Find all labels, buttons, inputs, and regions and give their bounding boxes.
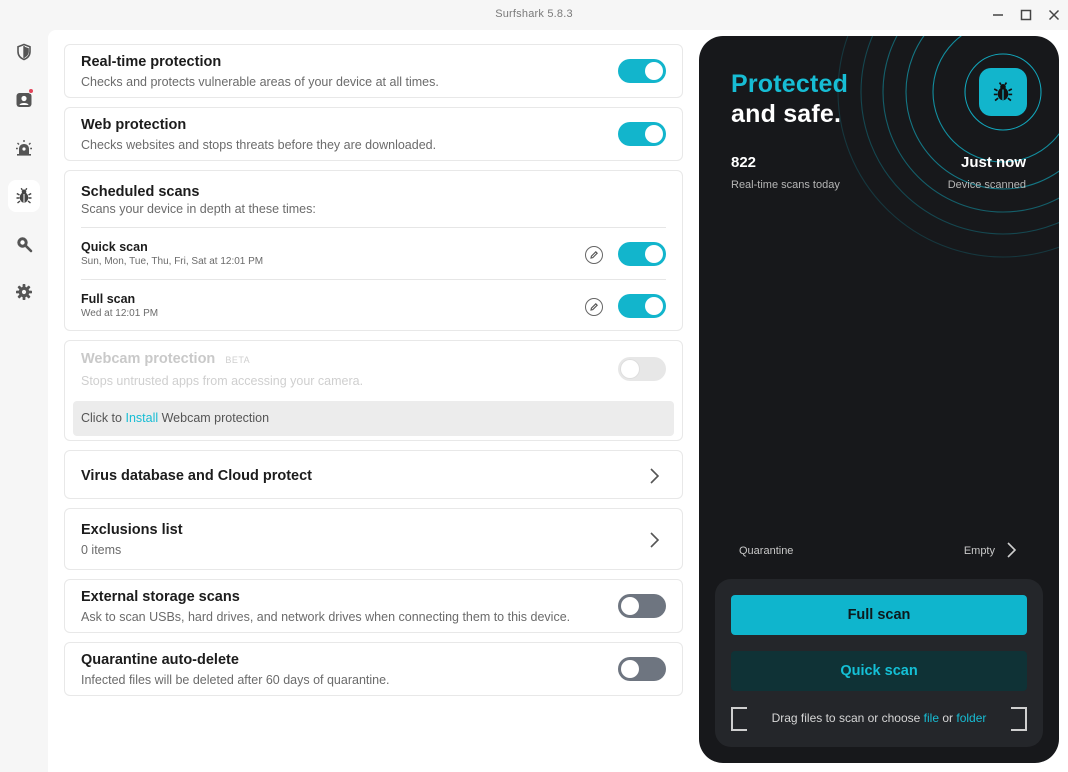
quarantine-auto-delete-title: Quarantine auto-delete [81, 652, 239, 668]
external-storage-card: External storage scans Ask to scan USBs,… [64, 579, 683, 633]
chevron-right-icon[interactable] [1005, 541, 1017, 559]
drag-prefix: Drag files to scan or choose [771, 711, 921, 725]
quick-scan-schedule-title: Quick scan [81, 240, 148, 254]
protection-status-panel: Protected and safe. 822 Real-time scans … [699, 36, 1059, 763]
drag-or: or [942, 711, 954, 725]
nav-item-search[interactable] [8, 228, 40, 260]
install-webcam-text: Click to Install Webcam protection [81, 411, 269, 425]
exclusions-list-title: Exclusions list [81, 522, 183, 538]
edit-quick-scan-button[interactable] [585, 246, 603, 264]
quarantine-auto-delete-subtitle: Infected files will be deleted after 60 … [81, 673, 390, 687]
scans-today-count: 822 [731, 154, 757, 171]
web-protection-subtitle: Checks websites and stops threats before… [81, 138, 437, 152]
minimize-button[interactable] [986, 4, 1010, 26]
chevron-right-icon [650, 532, 660, 548]
realtime-protection-title: Real-time protection [81, 54, 222, 70]
full-scan-schedule-time: Wed at 12:01 PM [81, 308, 159, 319]
divider [81, 279, 666, 280]
shield-icon [17, 43, 31, 61]
web-protection-title: Web protection [81, 117, 187, 133]
beta-badge: BETA [225, 355, 251, 365]
bug-icon [16, 187, 32, 204]
gear-icon [16, 284, 32, 300]
quick-scan-button[interactable]: Quick scan [731, 651, 1027, 691]
nav-item-vpn[interactable] [8, 36, 40, 68]
choose-file-link[interactable]: file [924, 711, 939, 725]
bug-icon [993, 82, 1013, 102]
status-headline-accent: Protected [731, 70, 849, 98]
full-scan-schedule-title: Full scan [81, 292, 136, 306]
full-scan-schedule-toggle[interactable] [618, 294, 666, 318]
notification-dot [28, 88, 34, 94]
scheduled-scans-card: Scheduled scans Scans your device in dep… [64, 170, 683, 331]
nav-item-antivirus[interactable] [8, 180, 40, 212]
webcam-protection-toggle [618, 357, 666, 381]
virus-database-row[interactable]: Virus database and Cloud protect [64, 450, 683, 499]
install-webcam-banner: Click to Install Webcam protection [73, 401, 674, 436]
pencil-icon [590, 303, 598, 311]
scheduled-scans-title: Scheduled scans [81, 184, 200, 200]
install-webcam-link[interactable]: Install [125, 411, 158, 425]
exclusions-list-row[interactable]: Exclusions list 0 items [64, 508, 683, 570]
realtime-protection-subtitle: Checks and protects vulnerable areas of … [81, 75, 439, 89]
webcam-protection-title-text: Webcam protection [81, 351, 216, 367]
realtime-protection-card: Real-time protection Checks and protects… [64, 44, 683, 98]
external-storage-subtitle: Ask to scan USBs, hard drives, and netwo… [81, 610, 571, 624]
choose-folder-link[interactable]: folder [956, 711, 986, 725]
edit-full-scan-button[interactable] [585, 298, 603, 316]
close-button[interactable] [1042, 4, 1066, 26]
drag-drop-text: Drag files to scan or choose file or fol… [733, 711, 1025, 725]
install-prefix: Click to [81, 411, 122, 425]
nav-item-alert[interactable] [8, 84, 40, 116]
quick-scan-schedule-time: Sun, Mon, Tue, Thu, Fri, Sat at 12:01 PM [81, 256, 264, 267]
nav-item-alternative-id[interactable] [8, 132, 40, 164]
exclusions-list-count: 0 items [81, 543, 122, 557]
title-bar: Surfshark 5.8.3 [0, 0, 1068, 30]
quarantine-auto-delete-card: Quarantine auto-delete Infected files wi… [64, 642, 683, 696]
scan-actions-box: Full scan Quick scan Drag files to scan … [715, 579, 1043, 747]
full-scan-button[interactable]: Full scan [731, 595, 1027, 635]
quarantine-label: Quarantine [739, 545, 794, 557]
quarantine-auto-delete-toggle[interactable] [618, 657, 666, 681]
close-icon [1048, 9, 1060, 21]
web-protection-card: Web protection Checks websites and stops… [64, 107, 683, 161]
virus-database-title: Virus database and Cloud protect [81, 468, 312, 484]
sun-bug-icon [16, 140, 32, 156]
drag-drop-zone[interactable]: Drag files to scan or choose file or fol… [731, 707, 1027, 731]
pencil-icon [590, 251, 598, 259]
webcam-protection-card: Webcam protection BETA Stops untrusted a… [64, 340, 683, 441]
external-storage-title: External storage scans [81, 589, 240, 605]
sidebar-nav [0, 30, 48, 772]
status-headline: and safe. [731, 100, 842, 128]
webcam-protection-subtitle: Stops untrusted apps from accessing your… [81, 374, 364, 388]
scheduled-scans-subtitle: Scans your device in depth at these time… [81, 202, 316, 216]
minimize-icon [993, 14, 1003, 16]
quick-scan-schedule-toggle[interactable] [618, 242, 666, 266]
nav-item-settings[interactable] [8, 276, 40, 308]
webcam-protection-title: Webcam protection BETA [81, 351, 250, 367]
install-suffix: Webcam protection [161, 411, 270, 425]
maximize-button[interactable] [1014, 4, 1038, 26]
search-icon [17, 237, 33, 253]
antivirus-status-badge [979, 68, 1027, 116]
web-protection-toggle[interactable] [618, 122, 666, 146]
external-storage-toggle[interactable] [618, 594, 666, 618]
scans-today-label: Real-time scans today [731, 179, 840, 191]
maximize-icon [1020, 9, 1032, 21]
last-scan-label: Device scanned [947, 179, 1026, 191]
divider [81, 227, 666, 228]
last-scan-value: Just now [960, 154, 1026, 171]
window-title: Surfshark 5.8.3 [495, 8, 573, 20]
chevron-right-icon [650, 468, 660, 484]
quarantine-value[interactable]: Empty [964, 545, 995, 557]
realtime-protection-toggle[interactable] [618, 59, 666, 83]
